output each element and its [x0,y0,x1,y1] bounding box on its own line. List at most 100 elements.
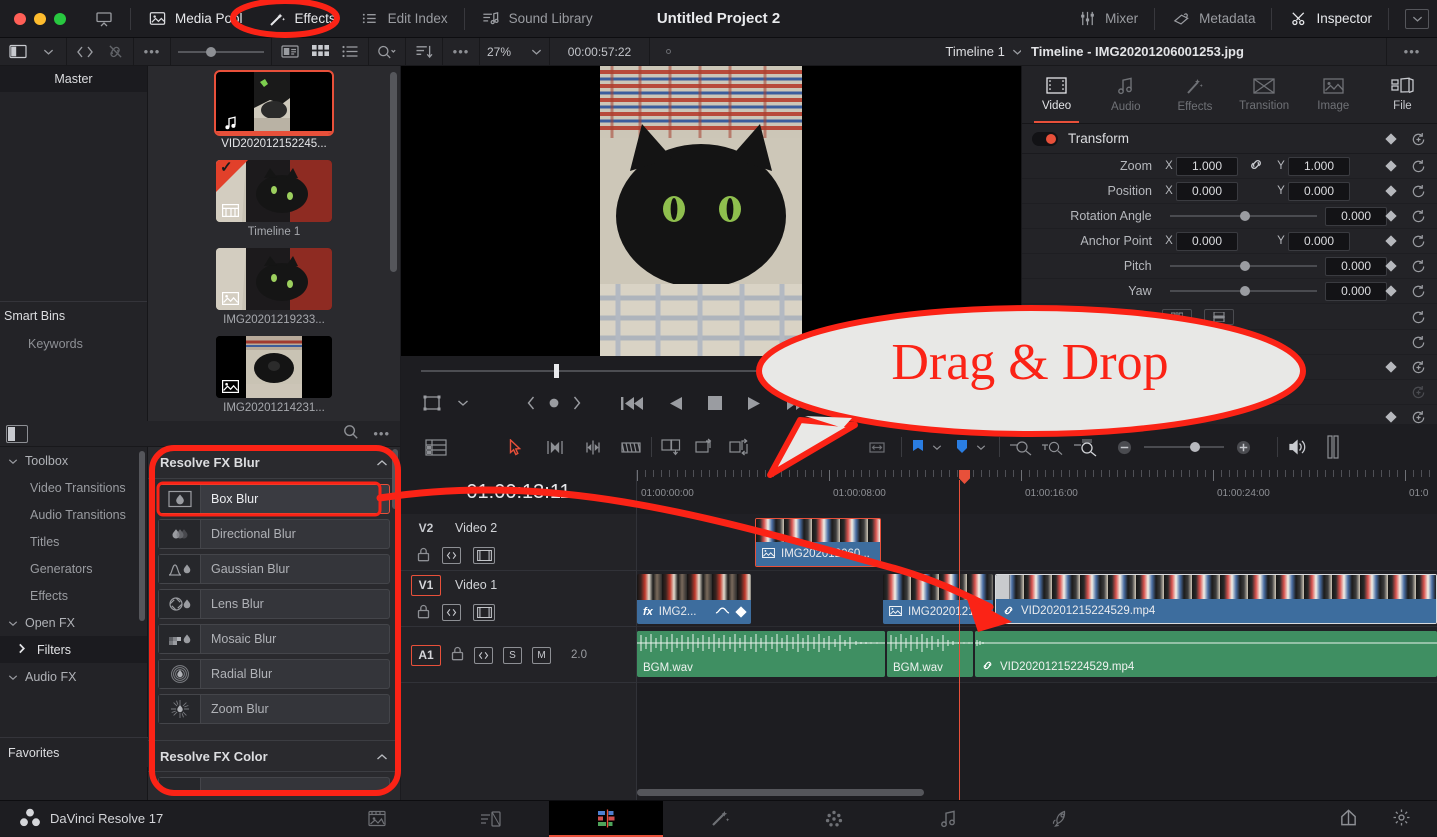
loop-icon[interactable] [833,395,851,411]
tab-media-pool[interactable]: Media Pool [137,4,253,34]
tab-metadata[interactable]: Metadata [1161,4,1265,34]
tree-item-audio-fx[interactable]: Audio FX [0,663,147,690]
keyframe-diamond-icon[interactable] [1385,285,1397,297]
audio-clip[interactable]: VID20201215224529.mp4 [975,631,1437,677]
audio-mute-icon[interactable] [1287,438,1307,456]
tab-sound-library[interactable]: Sound Library [471,4,603,34]
selection-mode-icon[interactable] [509,438,522,456]
reset-icon[interactable] [1411,234,1425,248]
media-item[interactable]: IMG20201219233... [216,248,332,326]
slider-knob[interactable] [1240,211,1251,221]
list-view-icon[interactable] [339,42,361,62]
ellipsis-icon[interactable]: ••• [141,42,163,62]
audio-clip[interactable]: BGM.wav [887,631,973,677]
tab-audio[interactable]: Audio [1091,66,1160,123]
slider-knob[interactable] [1240,261,1251,271]
ellipsis-icon[interactable]: ••• [373,426,390,441]
timeline-clip[interactable]: IMG202012142... [883,574,993,624]
pitch-slider[interactable] [1169,261,1318,271]
link-xy-icon[interactable] [1238,157,1274,175]
tree-item-toolbox[interactable]: Toolbox [0,447,147,474]
slider-knob[interactable] [206,46,216,57]
video-enable-icon[interactable] [473,547,495,564]
anchor-x-field[interactable]: 0.000 [1176,231,1238,251]
track-lane-v1[interactable]: fx IMG2... IMG202012142... VID2020121522… [637,571,1437,627]
keyframe-diamond-icon[interactable] [1385,210,1397,222]
effect-item-zoom-blur[interactable]: Zoom Blur [158,694,390,724]
keyframe-diamond-icon[interactable] [1385,185,1397,197]
effects-tree-scrollbar[interactable] [139,451,145,621]
mute-icon[interactable]: M [532,646,551,664]
reset-plus-icon[interactable] [1411,410,1425,424]
position-x-field[interactable]: 0.000 [1176,181,1238,201]
fairlight-page-icon[interactable] [891,801,1005,837]
tab-mixer[interactable]: Mixer [1067,4,1148,34]
zoom-out-icon[interactable] [1117,440,1132,455]
keyframe-diamond-icon[interactable] [735,606,747,618]
search-icon[interactable] [343,424,359,443]
expand-panel-button[interactable] [1405,8,1429,29]
tab-transition[interactable]: Transition [1230,66,1299,123]
project-settings-gear-icon[interactable] [1392,808,1411,830]
playhead-handle[interactable] [959,470,970,484]
chevron-down-icon[interactable] [932,444,942,451]
panel-layout-icon[interactable] [6,424,28,443]
tree-item-titles[interactable]: Titles [0,528,147,555]
window-controls[interactable] [0,12,66,25]
chevron-down-icon[interactable] [531,45,542,59]
chevron-down-icon[interactable] [457,399,469,407]
play-reverse-icon[interactable] [669,396,682,411]
effect-item-box-blur[interactable]: Box Blur [158,484,390,514]
panel-layout-icon[interactable] [7,42,29,62]
tab-image[interactable]: Image [1299,66,1368,123]
transform-enable-toggle[interactable] [1032,131,1058,146]
maximize-window-button[interactable] [54,12,66,25]
marker-icon[interactable] [955,439,969,455]
timeline-playhead[interactable] [959,514,960,800]
chevron-up-icon[interactable] [376,749,388,764]
marker-dot-icon[interactable] [665,49,671,54]
tab-edit-index[interactable]: Edit Index [350,4,458,34]
overwrite-clip-icon[interactable] [695,438,715,456]
timeline-ruler[interactable]: 01:00:00:00 01:00:08:00 01:00:16:00 01:0… [637,470,1437,514]
lock-icon[interactable] [451,646,464,664]
prev-next-clip-icon[interactable] [74,42,96,62]
media-item[interactable]: VID202012152245... [214,70,334,150]
timeline-horizontal-scrollbar[interactable] [637,789,924,796]
flip-vertical-button[interactable] [1204,308,1234,325]
media-thumbnail[interactable] [216,160,332,222]
fusion-page-icon[interactable] [663,801,777,837]
dynamic-trim-mode-icon[interactable] [582,439,604,456]
cut-page-icon[interactable] [434,801,548,837]
tab-effects[interactable]: Effects [1160,66,1229,123]
zoom-custom-icon[interactable] [1073,438,1099,457]
transform-section-header[interactable]: Transform [1022,124,1437,154]
reset-plus-icon[interactable] [1411,385,1425,399]
chevron-up-icon[interactable] [376,455,388,470]
tree-item-open-fx[interactable]: Open FX [0,609,147,636]
anchor-y-field[interactable]: 0.000 [1288,231,1350,251]
lock-icon[interactable] [417,547,430,565]
effect-item-placeholder[interactable] [158,777,390,791]
reset-icon[interactable] [1411,209,1425,223]
track-lane-v2[interactable]: IMG202012060... [637,514,1437,571]
play-icon[interactable] [748,396,761,411]
snapping-icon[interactable] [867,439,887,456]
effects-section-header-blur[interactable]: Resolve FX Blur [148,447,400,479]
tree-item-filters[interactable]: Filters [0,636,147,663]
rotation-angle-slider[interactable] [1169,211,1318,221]
replace-clip-icon[interactable] [729,438,751,456]
smart-bins-header[interactable]: Smart Bins [0,302,147,330]
timeline-viewer[interactable] [401,66,1021,356]
sort-icon[interactable] [413,42,435,62]
bin-item-master[interactable]: Master [0,66,147,92]
zoom-detail-icon[interactable] [1041,439,1065,456]
flag-icon[interactable] [911,439,925,455]
thumbnail-view-icon[interactable] [309,42,331,62]
tree-item-audio-transitions[interactable]: Audio Transitions [0,501,147,528]
media-thumbnail[interactable] [216,336,332,398]
prev-keyframe-icon[interactable] [527,396,536,410]
auto-select-icon[interactable] [442,547,461,564]
favorites-section[interactable]: Favorites [0,737,148,767]
tree-item-effects[interactable]: Effects [0,582,147,609]
